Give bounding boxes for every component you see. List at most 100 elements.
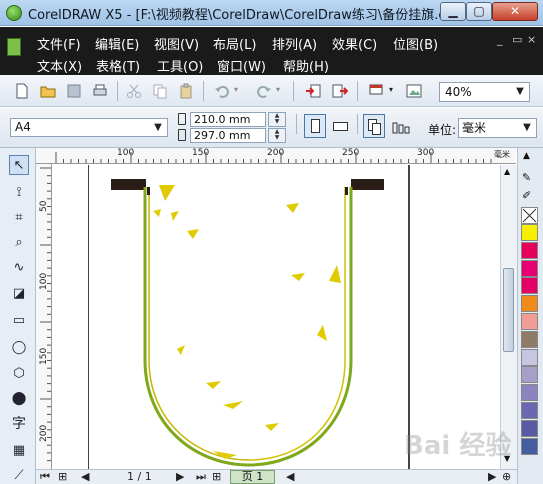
toolbar-separator [357,114,358,134]
pen-icon[interactable]: ✐ [522,189,531,202]
page-tab-1[interactable]: 页 1 [230,470,275,484]
palette-scroll-up-icon[interactable]: ▲ [523,151,530,161]
smart-fill-tool-icon[interactable]: ◪ [9,284,29,304]
chevron-down-icon[interactable]: ▼ [513,83,527,101]
height-spinner[interactable]: ▲ ▼ [268,128,286,143]
color-swatch[interactable] [521,384,538,402]
menu-table[interactable]: 表格(T) [96,56,140,75]
rectangle-tool-icon[interactable]: ▭ [9,311,29,331]
last-page-icon[interactable]: ⏭ [196,470,206,484]
menu-effects[interactable]: 效果(C) [332,34,377,53]
menu-layout[interactable]: 布局(L) [213,34,256,53]
color-swatch[interactable] [521,402,538,419]
color-swatch[interactable] [521,295,538,313]
units-select[interactable]: 毫米 ▼ [458,118,537,138]
redo-dropdown-icon[interactable]: ▾ [276,85,280,94]
open-folder-icon[interactable] [40,83,56,99]
copy-icon[interactable] [152,83,168,99]
menu-window[interactable]: 窗口(W) [217,56,266,75]
chevron-down-icon[interactable]: ▼ [151,119,165,137]
menu-arrange[interactable]: 排列(A) [272,34,317,53]
ellipse-tool-icon[interactable]: ◯ [9,338,29,358]
menu-help[interactable]: 帮助(H) [283,56,329,75]
doc-restore-icon[interactable]: ▭ [512,33,522,46]
color-swatch[interactable] [521,330,538,348]
minimize-button[interactable]: ▁ [440,2,466,21]
zoom-tool-icon[interactable]: ⌕ [9,233,29,253]
shape-tool-icon[interactable]: ⟟ [9,183,29,203]
color-swatch[interactable] [521,366,538,384]
units-value: 毫米 [462,121,487,135]
paste-icon[interactable] [178,83,194,99]
landscape-button[interactable] [329,114,351,138]
undo-dropdown-icon[interactable]: ▾ [234,85,238,94]
dimension-tool-icon[interactable]: ⟋ [9,466,29,484]
add-page-icon[interactable]: ⊞ [58,470,67,483]
eyedropper-icon[interactable]: ✎ [522,171,531,184]
vertical-scroll-thumb[interactable] [503,268,514,352]
menu-tools[interactable]: 工具(O) [157,56,203,75]
page-navigator-bar [36,469,517,484]
freehand-tool-icon[interactable]: ∿ [9,258,29,278]
doc-close-icon[interactable]: × [527,33,536,46]
color-swatch[interactable] [521,224,538,241]
maximize-button[interactable]: ▢ [466,2,492,21]
save-icon[interactable] [66,83,82,99]
page-height-field[interactable]: 297.0 mm [190,128,266,143]
doc-minimize-icon[interactable]: _ [497,33,503,46]
toolbar-separator [296,114,297,134]
scroll-left-icon[interactable]: ◀ [286,470,294,483]
application-launcher-icon[interactable] [368,83,384,99]
next-page-icon[interactable]: ▶ [176,470,184,483]
menu-edit[interactable]: 编辑(E) [95,34,139,53]
welcome-screen-icon[interactable] [406,83,422,99]
scroll-up-icon[interactable]: ▲ [504,167,510,176]
redo-icon[interactable] [256,83,272,99]
text-tool-icon[interactable]: 字 [9,414,29,434]
page-count: 1 / 1 [127,470,152,483]
color-swatch[interactable] [521,277,538,295]
table-tool-icon[interactable]: ▦ [9,441,29,461]
width-spinner[interactable]: ▲ ▼ [268,112,286,127]
current-page-button[interactable] [389,114,411,138]
menu-file[interactable]: 文件(F) [37,34,81,53]
page-size-select[interactable]: A4 ▼ [10,118,168,137]
color-swatch[interactable] [521,348,538,366]
menu-view[interactable]: 视图(V) [154,34,199,53]
print-icon[interactable] [92,83,108,99]
portrait-button[interactable] [304,114,326,138]
coreldraw-app-icon [6,5,22,21]
units-label: 单位: [428,123,457,137]
basic-shapes-tool-icon[interactable]: ⬤ [9,389,29,409]
crop-tool-icon[interactable]: ⌗ [9,208,29,228]
page-width-field[interactable]: 210.0 mm [190,112,266,127]
chevron-down-icon[interactable]: ▼ [520,119,534,137]
new-document-icon[interactable] [14,83,30,99]
export-icon[interactable] [332,83,348,99]
close-button[interactable]: ✕ [492,2,538,21]
add-page-end-icon[interactable]: ⊞ [212,470,221,483]
menu-text[interactable]: 文本(X) [37,56,82,75]
cut-icon[interactable] [126,83,142,99]
polygon-tool-icon[interactable]: ⬡ [9,364,29,384]
svg-text:Bai 经验: Bai 经验 [404,430,511,461]
baidu-watermark: Bai 经验 [400,420,540,470]
launcher-dropdown-icon[interactable]: ▾ [389,85,393,94]
undo-icon[interactable] [214,83,230,99]
first-page-icon[interactable]: ⏮ [40,470,50,484]
pick-tool-icon[interactable]: ↖ [9,155,29,175]
zoom-level-select[interactable]: 40% ▼ [439,82,530,102]
color-swatch[interactable] [521,241,538,259]
import-icon[interactable] [305,83,321,99]
previous-page-icon[interactable]: ◀ [81,470,89,483]
color-swatch[interactable] [521,313,538,330]
portrait-icon [311,119,320,133]
navigator-zoom-icon[interactable]: ⊕ [502,470,511,483]
document-icon [7,38,21,56]
menu-bitmaps[interactable]: 位图(B) [393,34,438,53]
scroll-right-icon[interactable]: ▶ [488,470,496,483]
no-color-swatch[interactable] [521,207,538,224]
color-swatch[interactable] [521,259,538,277]
all-pages-button[interactable] [363,114,385,138]
toolbar-separator [117,81,118,101]
